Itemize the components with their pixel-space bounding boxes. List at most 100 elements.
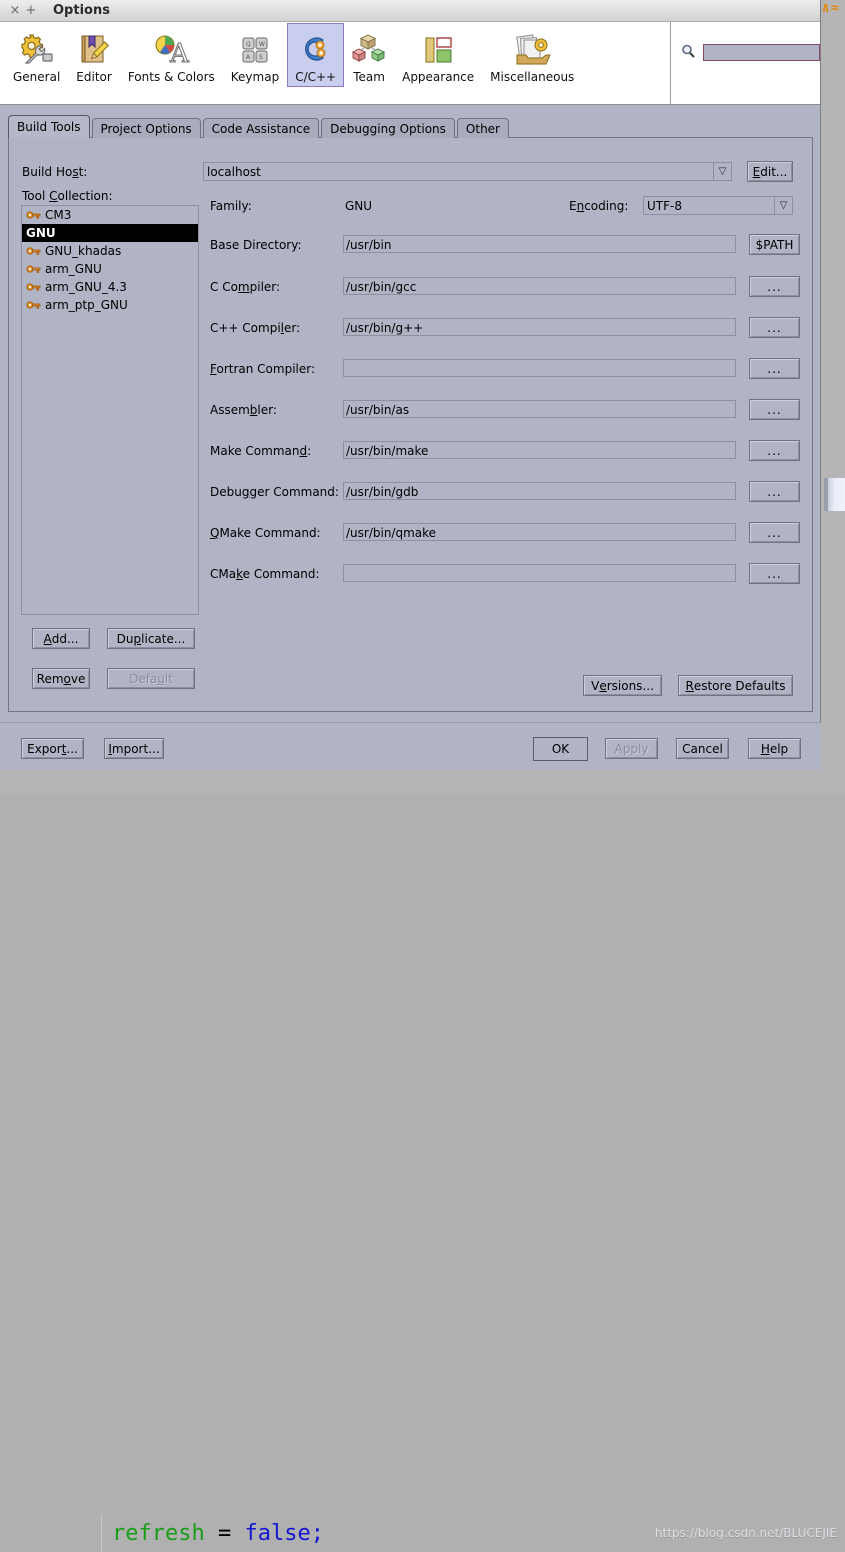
list-item[interactable]: arm_ptp_GNU	[22, 296, 198, 314]
svg-text:A: A	[169, 39, 190, 66]
category-label: General	[13, 70, 61, 84]
build-tools-panel: Build Host: localhost ▽ Edit... Tool Col…	[8, 137, 813, 712]
import-button[interactable]: Import...	[104, 738, 164, 759]
category-label: Fonts & Colors	[127, 70, 215, 84]
category-label: C/C++	[295, 70, 337, 84]
tab-project-options[interactable]: Project Options	[91, 118, 201, 138]
list-item[interactable]: arm_GNU_4.3	[22, 278, 198, 296]
code-line: refresh = false;	[112, 1521, 324, 1546]
svg-text:Q: Q	[246, 41, 251, 48]
duplicate-button[interactable]: Du p licate...	[107, 628, 195, 649]
list-item[interactable]: GNU	[22, 224, 198, 242]
c-compiler-input[interactable]: /usr/bin/gcc	[343, 277, 736, 295]
category-label: Editor	[76, 70, 112, 84]
close-icon[interactable]: ×	[7, 3, 23, 19]
apply-button: Apply	[605, 738, 658, 759]
debugger-command-input[interactable]: /usr/bin/gdb	[343, 482, 736, 500]
add-tab-icon[interactable]: +	[23, 3, 39, 19]
key-icon	[26, 209, 41, 221]
list-item-label: arm_ptp_GNU	[45, 298, 128, 312]
list-item-label: GNU	[26, 226, 56, 240]
build-host-combo[interactable]: localhost ▽	[203, 162, 732, 181]
cmake-command-input[interactable]	[343, 564, 736, 582]
export-button[interactable]: Expor t...	[21, 738, 84, 759]
category-toolbar: General Editor A Fonts & Colors Q W A S …	[0, 22, 820, 105]
tab-build-tools[interactable]: Build Tools	[8, 115, 90, 138]
tab-debugging-options[interactable]: Debugging Options	[321, 118, 455, 138]
category-fonts-colors[interactable]: A Fonts & Colors	[120, 23, 223, 87]
build-host-value: localhost	[207, 164, 261, 179]
qmake-command-label: QMake Command:	[210, 526, 321, 540]
encoding-label: Encoding:	[569, 199, 629, 213]
cpp-compiler-input[interactable]: /usr/bin/g++	[343, 318, 736, 336]
cpp-compiler-browse-button[interactable]: ...	[749, 317, 800, 338]
chevron-down-icon: ▽	[774, 197, 792, 214]
svg-text:S: S	[259, 54, 263, 61]
add-button[interactable]: Add...	[32, 628, 90, 649]
edit-button[interactable]: Edit...	[747, 161, 793, 182]
qmake-command-browse-button[interactable]: ...	[749, 522, 800, 543]
watermark: https://blog.csdn.net/BLUCEJIE	[654, 1526, 837, 1540]
list-item[interactable]: GNU_khadas	[22, 242, 198, 260]
category-miscellaneous[interactable]: Miscellaneous	[482, 23, 582, 87]
search-icon	[681, 44, 695, 61]
versions-button[interactable]: Ve rsions...	[583, 675, 662, 696]
assembler-browse-button[interactable]: ...	[749, 399, 800, 420]
category-label: Team	[353, 70, 385, 84]
make-command-browse-button[interactable]: ...	[749, 440, 800, 461]
c-plus-plus-icon	[300, 30, 332, 67]
cmake-command-browse-button[interactable]: ...	[749, 563, 800, 584]
list-item-label: GNU_khadas	[45, 244, 122, 258]
assembler-input[interactable]: /usr/bin/as	[343, 400, 736, 418]
make-command-label: Make Command:	[210, 444, 312, 458]
category-c-cpp[interactable]: C/C++	[287, 23, 345, 87]
restore-defaults-button[interactable]: Restore Defaults	[678, 675, 793, 696]
category-general[interactable]: General	[5, 23, 68, 87]
search-input[interactable]	[703, 44, 820, 61]
font-palette-icon: A	[152, 30, 190, 67]
search-area	[671, 22, 820, 104]
make-command-input[interactable]: /usr/bin/make	[343, 441, 736, 459]
fortran-compiler-input[interactable]	[343, 359, 736, 377]
c-compiler-browse-button[interactable]: ...	[749, 276, 800, 297]
fortran-compiler-browse-button[interactable]: ...	[749, 358, 800, 379]
default-button: Defa u lt	[107, 668, 195, 689]
path-button[interactable]: $PATH	[749, 234, 800, 255]
tab-code-assistance[interactable]: Code Assistance	[202, 118, 320, 138]
encoding-value: UTF-8	[647, 198, 682, 213]
key-icon	[26, 299, 41, 311]
list-item-label: arm_GNU	[45, 262, 102, 276]
list-item-label: arm_GNU_4.3	[45, 280, 127, 294]
list-item-label: CM3	[45, 208, 72, 222]
category-label: Appearance	[402, 70, 475, 84]
cubes-icon	[352, 30, 386, 67]
list-item[interactable]: CM3	[22, 206, 198, 224]
dialog-titlebar: × + Options	[0, 0, 820, 22]
key-icon	[26, 263, 41, 275]
category-team[interactable]: Team	[344, 23, 394, 87]
base-directory-label: Base Directory:	[210, 238, 302, 252]
chevron-down-icon: ▽	[713, 163, 731, 180]
code-keyword: false;	[244, 1521, 324, 1546]
category-label: Keymap	[230, 70, 280, 84]
tab-other[interactable]: Other	[456, 118, 509, 138]
tool-collection-list[interactable]: CM3 GNU GNU_khadas arm_GNU arm_GNU_4.3 a…	[21, 205, 199, 615]
category-keymap[interactable]: QW AS Keymap	[223, 23, 287, 87]
list-item[interactable]: arm_GNU	[22, 260, 198, 278]
category-editor[interactable]: Editor	[68, 23, 120, 87]
documents-gear-icon	[513, 30, 552, 67]
gear-wrench-icon	[19, 30, 55, 67]
cancel-button[interactable]: Cancel	[676, 738, 729, 759]
ok-button[interactable]: OK	[533, 737, 588, 761]
category-appearance[interactable]: Appearance	[394, 23, 482, 87]
help-button[interactable]: Help	[748, 738, 801, 759]
debugger-command-label: Debugger Command:	[210, 485, 339, 499]
debugger-command-browse-button[interactable]: ...	[749, 481, 800, 502]
qmake-command-input[interactable]: /usr/bin/qmake	[343, 523, 736, 541]
remove-button[interactable]: Rem o ve	[32, 668, 90, 689]
tool-collection-label: Tool Collection:	[22, 189, 113, 203]
base-directory-input[interactable]: /usr/bin	[343, 235, 736, 253]
cmake-command-label: CMake Command:	[210, 567, 320, 581]
dialog-title: Options	[53, 3, 110, 18]
encoding-combo[interactable]: UTF-8 ▽	[643, 196, 793, 215]
